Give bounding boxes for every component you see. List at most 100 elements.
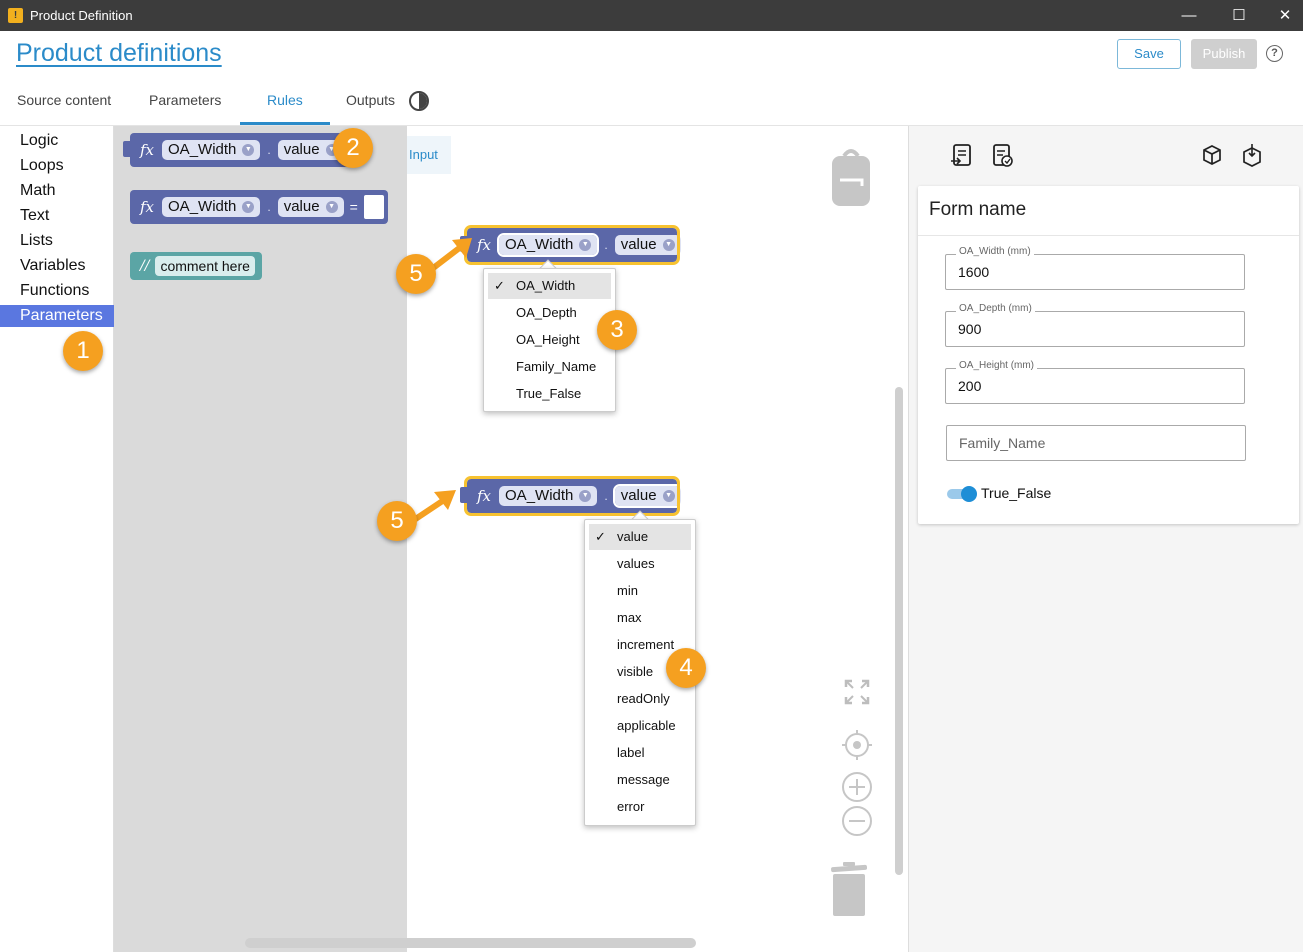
save-button[interactable]: Save — [1117, 39, 1181, 69]
fit-screen-icon[interactable] — [844, 679, 870, 705]
dropdown-option-min[interactable]: min — [589, 578, 691, 604]
property-field-label: value — [283, 198, 320, 215]
dropdown-option-oa-width[interactable]: ✓ OA_Width — [488, 273, 611, 299]
maximize-button[interactable]: ☐ — [1216, 0, 1262, 31]
chevron-down-icon: ▼ — [662, 239, 675, 251]
dropdown-option-oa-height[interactable]: OA_Height — [488, 327, 611, 353]
recenter-icon[interactable] — [841, 729, 873, 761]
category-math[interactable]: Math — [0, 180, 114, 202]
parameter-dropdown: ✓ OA_Width OA_Depth OA_Height Family_Name… — [483, 268, 616, 412]
publish-button[interactable]: Publish — [1191, 39, 1257, 69]
family-name-field[interactable]: Family_Name — [946, 425, 1246, 461]
workspace-parameter-block-top[interactable]: fx OA_Width ▼ . value ▼ — [460, 225, 681, 265]
parameter-field[interactable]: OA_Width ▼ — [497, 233, 600, 257]
dropdown-option-oa-depth[interactable]: OA_Depth — [488, 300, 611, 326]
oa-height-field[interactable]: 200 — [945, 368, 1245, 404]
property-field-label: value — [620, 487, 657, 504]
contrast-icon[interactable] — [409, 91, 429, 111]
tab-rules[interactable]: Rules — [267, 92, 303, 108]
dropdown-option-label: value — [617, 529, 649, 544]
workspace-parameter-block-bottom[interactable]: fx OA_Width ▼ . value ▼ — [460, 476, 683, 516]
workspace-horizontal-scrollbar[interactable] — [245, 938, 696, 948]
import-rules-icon[interactable] — [951, 143, 973, 167]
zoom-in-icon[interactable] — [841, 771, 873, 803]
flyout-parameter-setter-block[interactable]: fx OA_Width ▼ . value ▼ = — [130, 190, 388, 224]
input-block-label[interactable]: Input — [403, 136, 451, 174]
workspace-vertical-scrollbar[interactable] — [895, 387, 903, 875]
dropdown-option-message[interactable]: message — [589, 767, 691, 793]
page-title[interactable]: Product definitions — [16, 39, 222, 68]
parameter-field[interactable]: OA_Width ▼ — [162, 197, 261, 217]
category-text[interactable]: Text — [0, 205, 114, 227]
oa-depth-label: OA_Depth (mm) — [956, 303, 1035, 314]
tab-parameters[interactable]: Parameters — [149, 92, 221, 108]
category-functions[interactable]: Functions — [0, 280, 114, 302]
parameter-field[interactable]: OA_Width ▼ — [162, 140, 261, 160]
block-category-list: Logic Loops Math Text Lists Variables Fu… — [0, 126, 114, 952]
function-icon: fx — [140, 198, 155, 216]
close-button[interactable]: ✕ — [1262, 0, 1303, 31]
trash-icon[interactable] — [831, 862, 867, 916]
dropdown-option-applicable[interactable]: applicable — [589, 713, 691, 739]
value-input-socket[interactable] — [363, 195, 384, 219]
block-dot-separator: . — [267, 200, 271, 214]
function-icon: fx — [477, 487, 492, 505]
parameter-field-label: OA_Width — [505, 236, 574, 253]
dropdown-option-max[interactable]: max — [589, 605, 691, 631]
active-tab-indicator — [240, 122, 330, 125]
flyout-parameter-block[interactable]: fx OA_Width ▼ . value ▼ — [123, 133, 350, 167]
backpack-icon[interactable] — [830, 146, 872, 208]
dropdown-option-error[interactable]: error — [589, 794, 691, 820]
dropdown-option-value[interactable]: ✓ value — [589, 524, 691, 550]
checkmark-icon: ✓ — [494, 278, 505, 293]
property-field[interactable]: value ▼ — [277, 197, 344, 217]
category-parameters[interactable]: Parameters — [0, 305, 114, 327]
dropdown-option-family-name[interactable]: Family_Name — [488, 354, 611, 380]
parameter-field[interactable]: OA_Width ▼ — [499, 486, 598, 506]
property-field[interactable]: value ▼ — [612, 484, 683, 508]
minimize-button[interactable]: — — [1166, 0, 1212, 31]
category-loops[interactable]: Loops — [0, 155, 114, 177]
chevron-down-icon: ▼ — [242, 201, 255, 213]
app-icon: ! — [8, 8, 23, 23]
dropdown-option-values[interactable]: values — [589, 551, 691, 577]
block-connector — [123, 141, 131, 157]
checkmark-icon: ✓ — [595, 529, 606, 544]
dropdown-option-label[interactable]: label — [589, 740, 691, 766]
property-field-label: value — [283, 141, 320, 158]
tab-outputs[interactable]: Outputs — [346, 92, 395, 108]
cube-download-icon[interactable] — [1241, 143, 1263, 167]
cube-icon[interactable] — [1201, 143, 1223, 167]
chevron-down-icon: ▼ — [325, 201, 338, 213]
equals-operator: = — [349, 199, 358, 215]
comment-text-field[interactable]: comment here — [155, 256, 255, 276]
flyout-comment-block[interactable]: // comment here — [130, 252, 262, 280]
category-lists[interactable]: Lists — [0, 230, 114, 252]
oa-depth-field[interactable]: 900 — [945, 311, 1245, 347]
zoom-out-icon[interactable] — [841, 805, 873, 837]
block-dot-separator: . — [604, 489, 608, 503]
chevron-down-icon: ▼ — [579, 239, 592, 251]
form-card: Form name — [918, 186, 1299, 524]
function-icon: fx — [140, 141, 155, 159]
dropdown-option-label: OA_Width — [516, 278, 576, 293]
toggle-knob[interactable] — [961, 486, 977, 502]
oa-width-field[interactable]: 1600 — [945, 254, 1245, 290]
window-titlebar: ! Product Definition — ☐ ✕ — [0, 0, 1303, 31]
property-field[interactable]: value ▼ — [614, 235, 681, 255]
category-logic[interactable]: Logic — [0, 130, 114, 152]
parameter-field-label: OA_Width — [168, 198, 237, 215]
true-false-label: True_False — [981, 485, 1052, 501]
form-title: Form name — [929, 199, 1027, 220]
dropdown-option-true-false[interactable]: True_False — [488, 381, 611, 407]
tab-source-content[interactable]: Source content — [17, 92, 111, 108]
property-field-label: value — [620, 236, 657, 253]
window-title: Product Definition — [30, 8, 133, 23]
callout-badge-4: 4 — [666, 648, 706, 688]
category-variables[interactable]: Variables — [0, 255, 114, 277]
help-icon[interactable]: ? — [1266, 45, 1283, 62]
page-header: Product definitions Save Publish ? Sourc… — [0, 31, 1303, 126]
callout-badge-2: 2 — [333, 128, 373, 168]
dropdown-option-readonly[interactable]: readOnly — [589, 686, 691, 712]
export-rules-icon[interactable] — [992, 143, 1014, 167]
